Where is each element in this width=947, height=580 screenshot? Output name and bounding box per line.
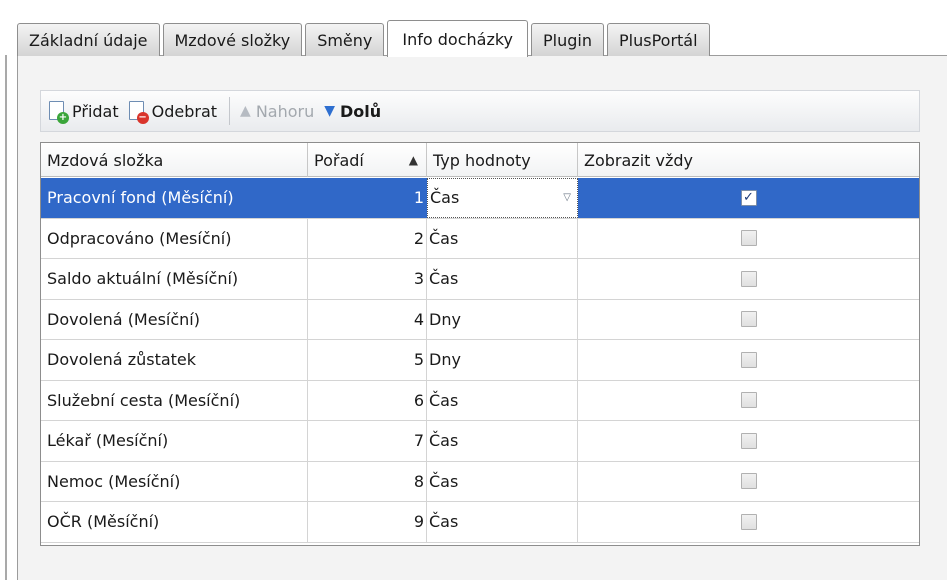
table-row[interactable]: Saldo aktuální (Měsíční) 3 Čas: [41, 259, 919, 300]
tab-info-dochazky[interactable]: Info docházky: [387, 20, 529, 57]
arrow-down-icon: ▼: [324, 103, 336, 119]
show-always-checkbox[interactable]: [740, 513, 757, 530]
cell-zobrazit-vzdy: [578, 381, 919, 421]
cell-typ-hodnoty: Dny: [427, 299, 578, 339]
table-row[interactable]: Odpracováno (Mesíční) 2 Čas: [41, 218, 919, 259]
cell-poradi: 2: [308, 218, 427, 258]
column-header-poradi[interactable]: Pořadí ▲: [308, 143, 427, 177]
show-always-checkbox[interactable]: ✓: [740, 189, 757, 206]
move-up-label: Nahoru: [255, 101, 315, 121]
value-type-text: Čas: [429, 512, 459, 532]
cell-zobrazit-vzdy: ✓: [578, 178, 919, 218]
value-type-text: Čas: [429, 431, 459, 451]
show-always-checkbox[interactable]: [740, 432, 757, 449]
move-up-button[interactable]: ▲ Nahoru: [240, 102, 314, 121]
window-left-edge: [5, 55, 7, 580]
cell-mzdova-slozka: Pracovní fond (Měsíční): [41, 178, 308, 218]
cell-poradi: 6: [308, 380, 427, 420]
grid-header: Mzdová složka Pořadí ▲ Typ hodnoty Zobra…: [41, 143, 919, 177]
cell-typ-hodnoty: Čas: [427, 421, 578, 461]
tab-strip: Základní údaje Mzdové složky Směny Info …: [17, 19, 713, 57]
column-header-zobrazit-vzdy[interactable]: Zobrazit vždy: [578, 143, 919, 177]
value-type-text: Čas: [429, 390, 459, 410]
cell-typ-hodnoty: Čas: [427, 380, 578, 420]
cell-poradi: 1: [308, 178, 427, 218]
value-type-text: Čas: [429, 471, 459, 491]
tab-zakladni-udaje[interactable]: Základní údaje: [17, 23, 160, 56]
arrow-up-icon: ▲: [240, 103, 251, 119]
tab-mzdove-slozky[interactable]: Mzdové složky: [162, 23, 303, 56]
show-always-checkbox[interactable]: [740, 311, 757, 328]
cell-zobrazit-vzdy: [578, 259, 919, 299]
chevron-down-icon[interactable]: ▽: [563, 192, 571, 203]
value-type-text: Čas: [429, 228, 459, 248]
grid-toolbar: + Přidat − Odebrat ▲ Nahoru ▼ Dolů: [40, 90, 920, 132]
cell-zobrazit-vzdy: [578, 300, 919, 340]
cell-poradi: 3: [308, 259, 427, 299]
table-row[interactable]: Dovolená zůstatek 5 Dny: [41, 340, 919, 381]
cell-typ-hodnoty: Čas: [427, 502, 578, 542]
table-row[interactable]: Služební cesta (Mesíční) 6 Čas: [41, 380, 919, 421]
add-button[interactable]: + Přidat: [49, 100, 119, 124]
cell-mzdova-slozka: Dovolená (Mesíční): [41, 299, 308, 339]
table-row[interactable]: Dovolená (Mesíční) 4 Dny: [41, 299, 919, 340]
cell-mzdova-slozka: Služební cesta (Mesíční): [41, 380, 308, 420]
show-always-checkbox[interactable]: [740, 473, 757, 490]
cell-zobrazit-vzdy: [578, 502, 919, 542]
cell-zobrazit-vzdy: [578, 421, 919, 461]
cell-poradi: 5: [308, 340, 427, 380]
toolbar-separator: [229, 97, 231, 125]
remove-button-label: Odebrat: [151, 101, 218, 121]
remove-document-icon: −: [128, 100, 149, 124]
show-always-checkbox[interactable]: [740, 351, 757, 368]
show-always-checkbox[interactable]: [740, 270, 757, 287]
cell-zobrazit-vzdy: [578, 340, 919, 380]
cell-mzdova-slozka: Odpracováno (Mesíční): [41, 218, 308, 258]
cell-mzdova-slozka: OČR (Měsíční): [41, 502, 308, 542]
cell-typ-hodnoty: Čas: [427, 259, 578, 299]
value-type-text: Dny: [429, 309, 461, 329]
tab-plugin[interactable]: Plugin: [531, 23, 604, 56]
show-always-checkbox[interactable]: [740, 392, 757, 409]
cell-mzdova-slozka: Lékař (Mesíční): [41, 421, 308, 461]
cell-typ-hodnoty: Čas: [427, 461, 578, 501]
tab-smeny[interactable]: Směny: [305, 23, 385, 56]
cell-poradi: 4: [308, 299, 427, 339]
attendance-info-grid: Mzdová složka Pořadí ▲ Typ hodnoty Zobra…: [40, 142, 920, 546]
column-header-typ-hodnoty[interactable]: Typ hodnoty: [427, 143, 578, 177]
grid-body: Pracovní fond (Měsíční) 1 Čas ▽ ✓ Odpracováno…: [41, 178, 919, 543]
table-row[interactable]: OČR (Měsíční) 9 Čas: [41, 502, 919, 543]
cell-typ-hodnoty: Dny: [427, 340, 578, 380]
cell-zobrazit-vzdy: [578, 462, 919, 502]
add-button-label: Přidat: [72, 101, 119, 121]
table-row[interactable]: Pracovní fond (Měsíční) 1 Čas ▽ ✓: [41, 178, 919, 219]
table-row[interactable]: Lékař (Mesíční) 7 Čas: [41, 421, 919, 462]
cell-poradi: 9: [308, 502, 427, 542]
remove-button[interactable]: − Odebrat: [128, 100, 218, 124]
checkmark-icon: ✓: [743, 190, 754, 206]
cell-poradi: 7: [308, 421, 427, 461]
value-type-text: Čas: [430, 188, 460, 208]
value-type-text: Čas: [429, 269, 459, 289]
cell-mzdova-slozka: Saldo aktuální (Měsíční): [41, 259, 308, 299]
move-down-button[interactable]: ▼ Dolů: [324, 102, 381, 121]
move-down-label: Dolů: [340, 101, 382, 121]
tab-plusportal[interactable]: PlusPortál: [607, 23, 710, 56]
cell-typ-hodnoty: Čas: [427, 218, 578, 258]
cell-zobrazit-vzdy: [578, 219, 919, 259]
table-row[interactable]: Nemoc (Mesíční) 8 Čas: [41, 461, 919, 502]
cell-mzdova-slozka: Nemoc (Mesíční): [41, 461, 308, 501]
value-type-text: Dny: [429, 350, 461, 370]
cell-mzdova-slozka: Dovolená zůstatek: [41, 340, 308, 380]
add-document-icon: +: [49, 100, 69, 124]
show-always-checkbox[interactable]: [740, 230, 757, 247]
cell-poradi: 8: [308, 461, 427, 501]
column-header-mzdova-slozka[interactable]: Mzdová složka: [41, 143, 308, 177]
sort-ascending-icon: ▲: [408, 153, 418, 167]
value-type-dropdown[interactable]: Čas ▽: [427, 178, 578, 218]
